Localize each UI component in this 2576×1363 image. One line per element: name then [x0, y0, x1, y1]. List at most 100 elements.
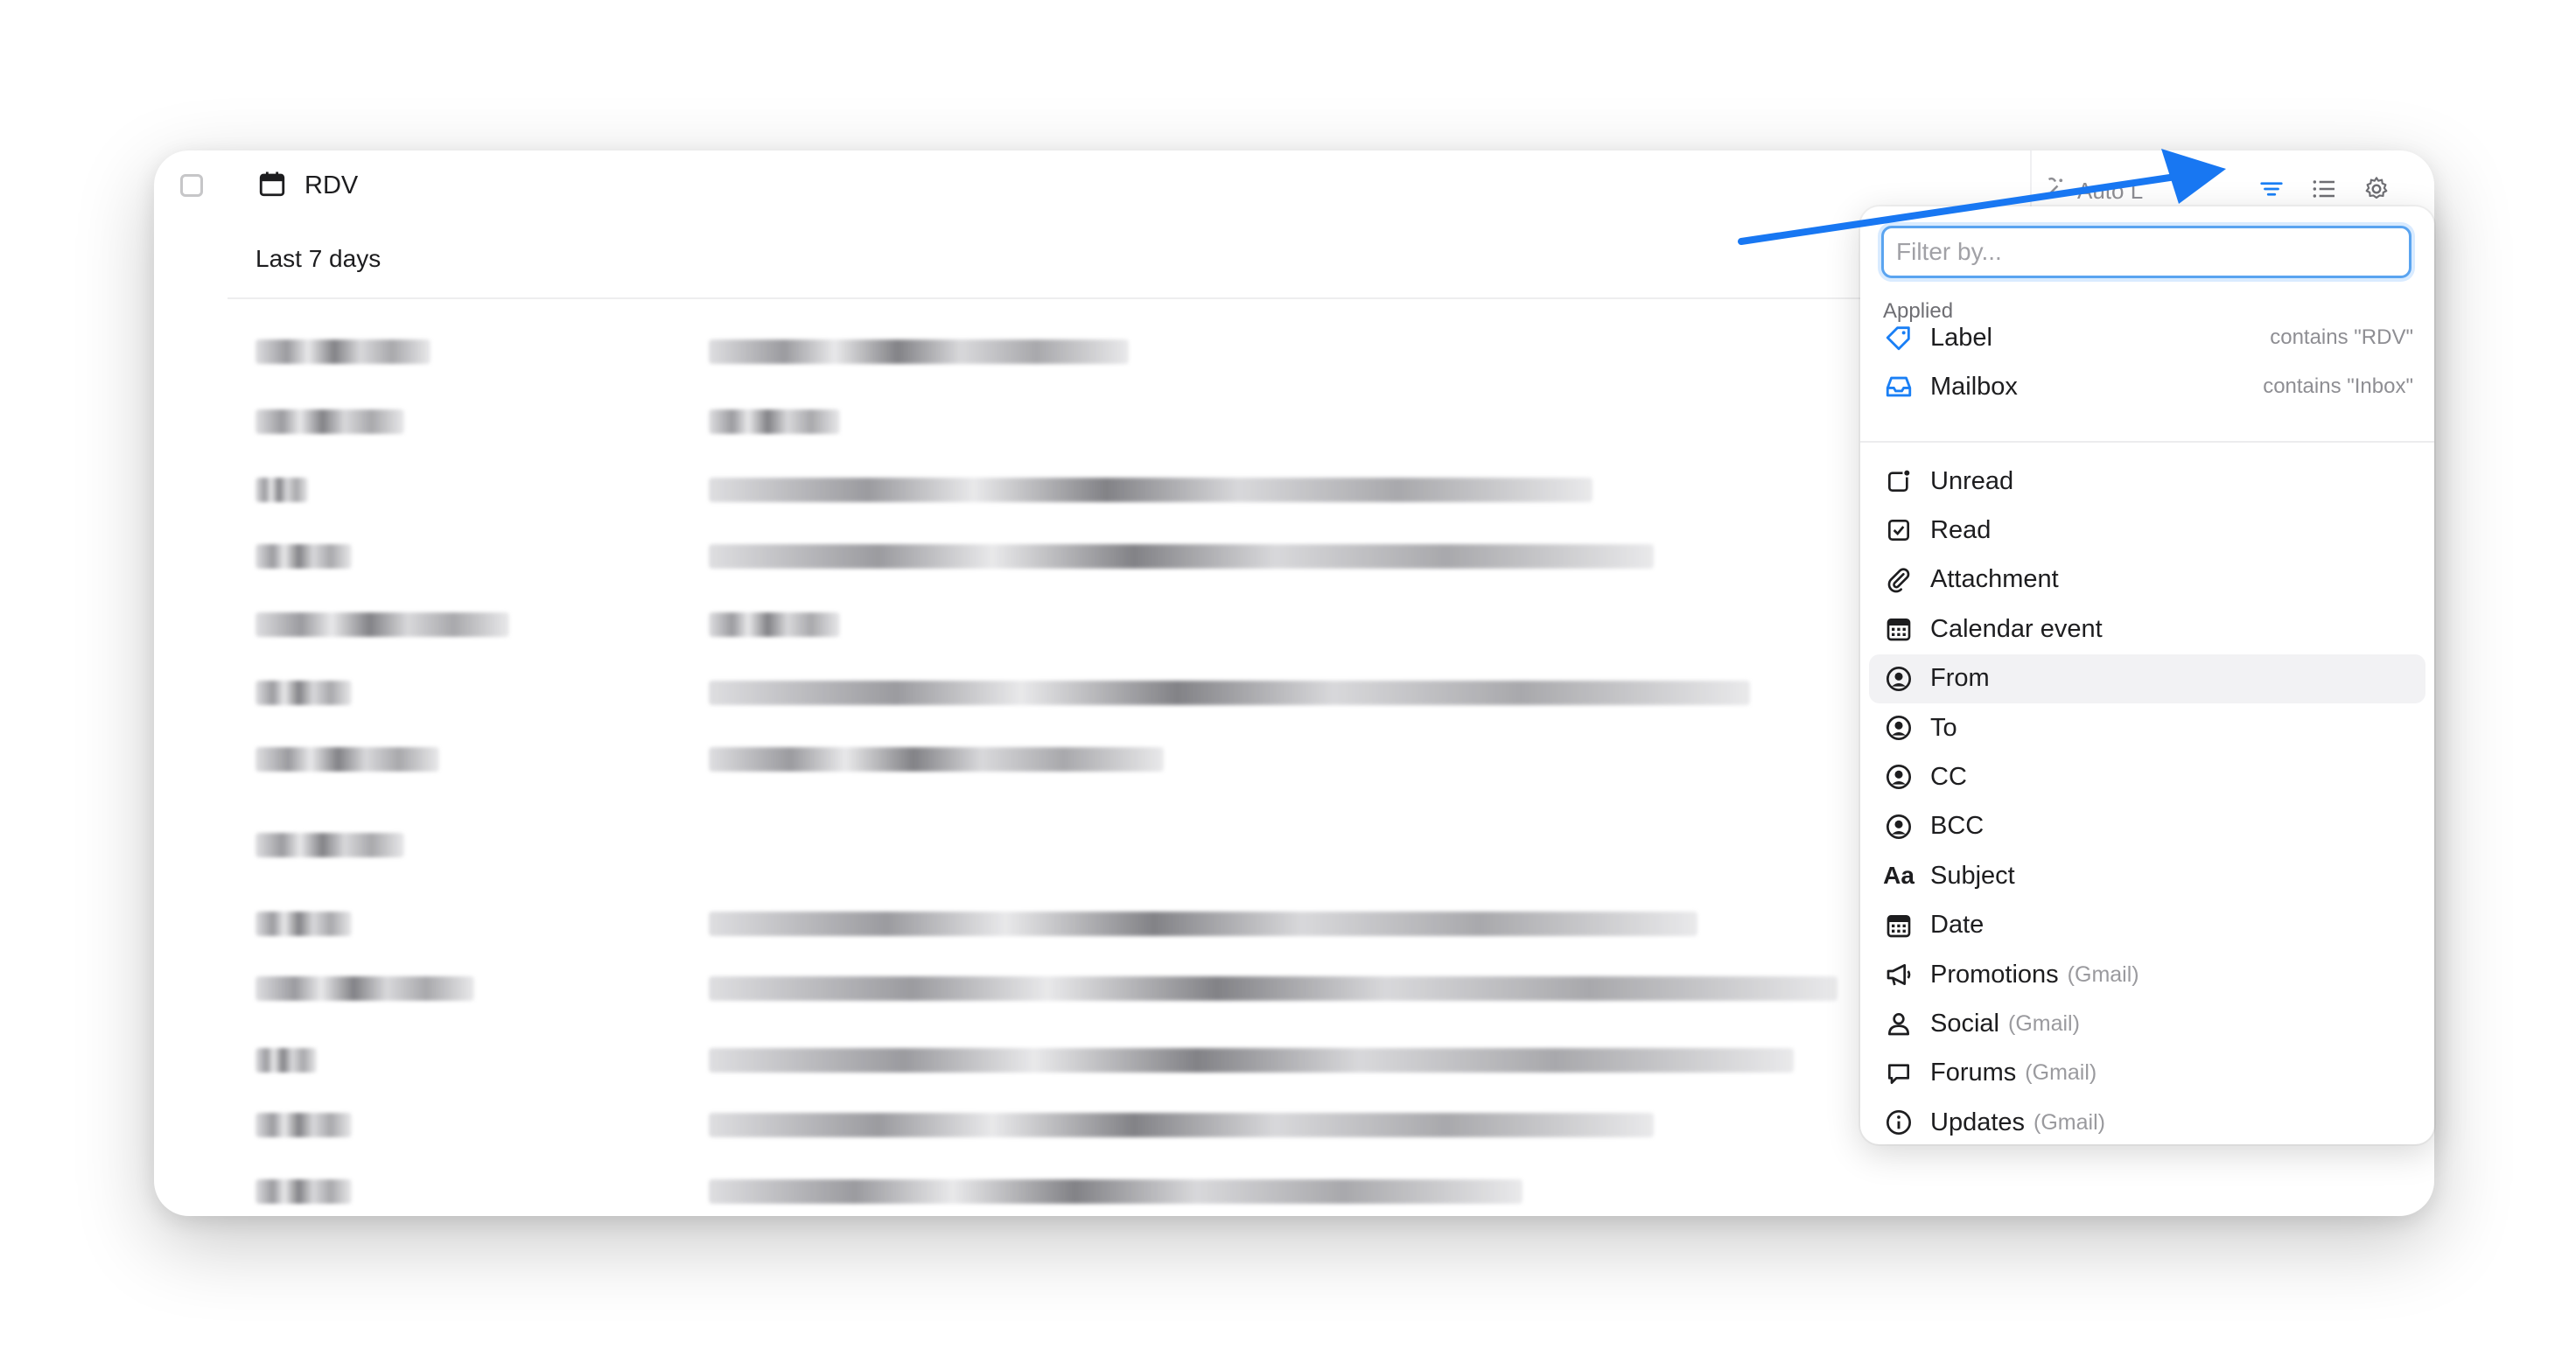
- settings-button[interactable]: [2357, 170, 2396, 208]
- sender-redacted: [256, 1113, 352, 1139]
- unread-icon: [1881, 464, 1916, 499]
- sender-redacted: [256, 612, 509, 639]
- filter-option-label: Read: [1930, 515, 1992, 544]
- filter-option-label: Date: [1930, 911, 1984, 940]
- subject-redacted: [709, 976, 1838, 1003]
- wand-icon: [2042, 175, 2068, 207]
- person-circle-icon: [1881, 710, 1916, 745]
- applied-filter-mailbox[interactable]: Mailbox contains "Inbox": [1869, 362, 2426, 411]
- subject-redacted: [709, 912, 1698, 938]
- subject-redacted: [709, 478, 1592, 504]
- sender-redacted: [256, 976, 474, 1003]
- filter-option-read[interactable]: Read: [1869, 506, 2426, 555]
- list-view-button[interactable]: [2305, 170, 2343, 208]
- filter-option-label: Unread: [1930, 466, 2014, 495]
- applied-filter-condition: contains "Inbox": [2263, 374, 2413, 398]
- filter-option-label: To: [1930, 713, 1957, 742]
- redacted-text: [709, 339, 1129, 364]
- filter-option-label: Subject: [1930, 861, 2015, 890]
- filter-option-attachment[interactable]: Attachment: [1869, 556, 2426, 605]
- redacted-text: [256, 681, 352, 705]
- filter-option-forums[interactable]: Forums (Gmail): [1869, 1049, 2426, 1098]
- message-row[interactable]: [154, 1160, 2434, 1216]
- applied-filter-label: Label: [1930, 323, 1992, 352]
- applied-filter-label: Mailbox: [1930, 372, 2018, 401]
- redacted-text: [256, 1048, 317, 1073]
- sender-redacted: [256, 544, 352, 570]
- group-label-redacted: [256, 833, 404, 859]
- sender-redacted: [256, 681, 352, 707]
- filter-option-subject[interactable]: Aa Subject: [1869, 851, 2426, 900]
- section-title: Last 7 days: [256, 245, 382, 272]
- subject-redacted: [709, 1113, 1654, 1139]
- gear-icon: [2365, 177, 2388, 199]
- redacted-text: [709, 478, 1592, 502]
- auto-label-button[interactable]: Auto L: [2042, 175, 2143, 207]
- redacted-text: [709, 544, 1654, 569]
- filter-option-to[interactable]: To: [1869, 703, 2426, 752]
- redacted-text: [256, 1113, 352, 1137]
- chat-bubble-icon: [1881, 1056, 1916, 1091]
- filter-search-input[interactable]: [1881, 226, 2412, 278]
- checkbox-icon: [1881, 513, 1916, 548]
- sender-redacted: [256, 1048, 317, 1074]
- info-icon: [1881, 1105, 1916, 1140]
- megaphone-icon: [1881, 957, 1916, 992]
- redacted-text: [709, 1048, 1794, 1073]
- select-all-checkbox[interactable]: [180, 174, 203, 197]
- filter-option-suffix: (Gmail): [2025, 1060, 2097, 1086]
- filter-option-label: Updates: [1930, 1108, 2026, 1136]
- filter-option-social[interactable]: Social (Gmail): [1869, 999, 2426, 1048]
- filter-option-calendar-event[interactable]: Calendar event: [1869, 605, 2426, 654]
- sender-redacted: [256, 409, 404, 436]
- sender-redacted: [256, 747, 439, 773]
- tag-icon: [1881, 320, 1916, 355]
- filter-option-suffix: (Gmail): [2067, 961, 2139, 987]
- person-circle-icon: [1881, 759, 1916, 794]
- redacted-text: [256, 409, 404, 434]
- filter-option-label: CC: [1930, 762, 1967, 791]
- redacted-text: [709, 976, 1838, 1001]
- mailbox-header: RDV: [257, 159, 358, 212]
- redacted-text: [256, 976, 474, 1001]
- redacted-text: [709, 747, 1164, 772]
- filter-option-updates[interactable]: Updates (Gmail): [1869, 1098, 2426, 1147]
- filter-option-label: BCC: [1930, 812, 1984, 841]
- calendar-icon: [1881, 908, 1916, 943]
- sender-redacted: [256, 1179, 352, 1206]
- redacted-text: [709, 409, 840, 434]
- redacted-text: [256, 912, 352, 936]
- filter-option-suffix: (Gmail): [2008, 1010, 2080, 1036]
- person-icon: [1881, 1006, 1916, 1041]
- calendar-icon: [257, 169, 287, 203]
- filter-option-bcc[interactable]: BCC: [1869, 802, 2426, 851]
- filter-option-date[interactable]: Date: [1869, 901, 2426, 950]
- redacted-text: [256, 478, 308, 502]
- text-icon: Aa: [1883, 862, 1914, 890]
- redacted-text: [709, 1113, 1654, 1137]
- redacted-text: [256, 833, 404, 857]
- filter-option-unread[interactable]: Unread: [1869, 457, 2426, 506]
- subject-redacted: [709, 1179, 1522, 1206]
- sender-redacted: [256, 912, 352, 938]
- menu-divider: [1860, 441, 2434, 443]
- sender-redacted: [256, 339, 430, 366]
- subject-redacted: [709, 747, 1164, 773]
- filter-option-cc[interactable]: CC: [1869, 752, 2426, 801]
- filter-dropdown: Applied Labelcontains "RDV"Mailboxcontai…: [1860, 206, 2434, 1144]
- sender-redacted: [256, 478, 308, 504]
- redacted-text: [709, 681, 1750, 705]
- filter-option-label: Promotions: [1930, 960, 2059, 989]
- filter-option-promotions[interactable]: Promotions (Gmail): [1869, 950, 2426, 999]
- filter-option-from[interactable]: From: [1869, 654, 2426, 703]
- list-icon: [2313, 180, 2334, 198]
- filter-option-label: From: [1930, 664, 1990, 693]
- filter-button[interactable]: [2252, 170, 2291, 208]
- subject-redacted: [709, 681, 1750, 707]
- redacted-text: [256, 339, 430, 364]
- person-circle-icon: [1881, 661, 1916, 696]
- filter-option-label: Calendar event: [1930, 614, 2103, 643]
- subject-redacted: [709, 409, 840, 436]
- applied-filter-label[interactable]: Label contains "RDV": [1869, 313, 2426, 362]
- filter-option-label: Attachment: [1930, 565, 2059, 594]
